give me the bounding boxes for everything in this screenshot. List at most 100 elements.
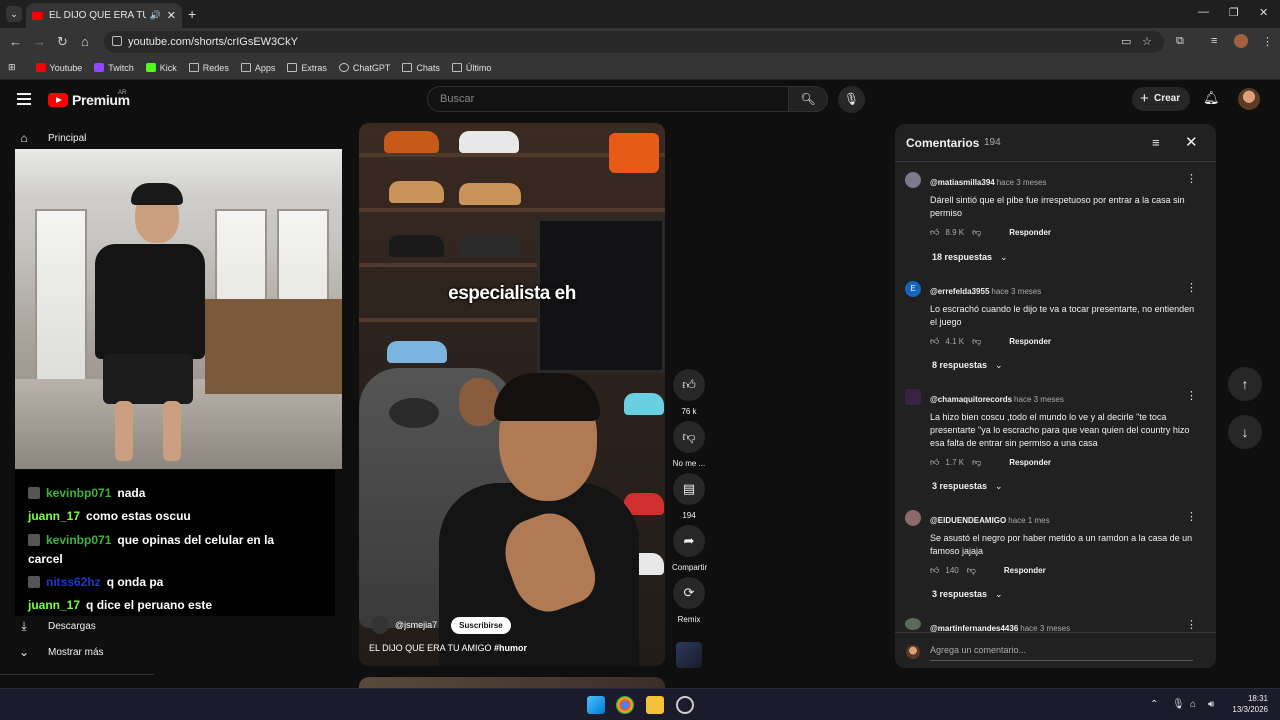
bookmark-extras[interactable]: Extras xyxy=(287,63,327,73)
comment-author[interactable]: @chamaquitorecords xyxy=(930,395,1012,404)
sidebar-item-show-more[interactable]: ⌄ Mostrar más xyxy=(16,645,104,659)
back-icon[interactable]: ← xyxy=(9,34,22,49)
audio-source-thumbnail[interactable] xyxy=(676,642,702,668)
comment-dislike-icon[interactable]: 👎︎ xyxy=(972,227,981,238)
minimize-icon[interactable]: — xyxy=(1198,6,1209,18)
reply-button[interactable]: Responder xyxy=(1004,566,1046,575)
previous-short-button[interactable]: ↑ xyxy=(1228,367,1262,401)
sidebar-item-downloads[interactable]: ⤓ Descargas xyxy=(16,619,95,634)
sort-icon[interactable]: ≡ xyxy=(1152,135,1160,150)
guide-menu-icon[interactable] xyxy=(17,93,31,108)
dislike-button[interactable]: 👎︎ No me ... xyxy=(672,421,706,468)
view-replies-button[interactable]: 8 respuestas ⌄ xyxy=(932,360,1003,371)
search-button[interactable]: 🔍︎ xyxy=(788,86,828,112)
commenter-avatar[interactable] xyxy=(905,618,921,630)
comment-dislike-icon[interactable]: 👎︎ xyxy=(967,565,976,576)
notifications-bell-icon[interactable]: 🔔︎ xyxy=(1203,90,1220,106)
address-input[interactable]: youtube.com/shorts/crIGsEW3CkY xyxy=(104,31,1164,53)
view-replies-button[interactable]: 3 respuestas ⌄ xyxy=(932,589,1003,600)
chat-username: nitss62hz xyxy=(46,575,101,589)
obs-icon[interactable] xyxy=(676,696,694,714)
commenter-avatar[interactable] xyxy=(905,389,921,405)
commenter-avatar[interactable] xyxy=(905,172,921,188)
like-button[interactable]: 👍︎ 76 k xyxy=(672,369,706,416)
commenter-avatar[interactable]: E xyxy=(905,281,921,297)
bookmark-redes[interactable]: Redes xyxy=(188,63,229,73)
youtube-premium-logo[interactable]: Premium AR xyxy=(48,90,130,108)
channel-avatar[interactable] xyxy=(371,616,389,634)
bookmark-star-icon[interactable]: ☆ xyxy=(1142,35,1152,48)
audio-playing-icon[interactable]: 🔊 xyxy=(150,10,161,21)
comments-button[interactable]: ▤ 194 xyxy=(672,473,706,520)
share-button[interactable]: ➦ Compartir xyxy=(672,525,707,572)
close-icon[interactable]: ✕ xyxy=(1185,133,1198,151)
network-icon[interactable]: ⌂ xyxy=(1190,699,1196,710)
cast-icon[interactable]: ▭ xyxy=(1121,35,1131,48)
reply-button[interactable]: Responder xyxy=(1009,458,1051,467)
channel-name[interactable]: @jsmejia7 xyxy=(395,620,437,630)
bookmark-chatgpt[interactable]: ChatGPT xyxy=(338,63,390,73)
new-tab-button[interactable]: + xyxy=(188,6,196,22)
close-window-icon[interactable]: ✕ xyxy=(1259,6,1268,19)
reload-icon[interactable]: ↻ xyxy=(57,34,68,50)
thumbs-up-icon: 👍︎ xyxy=(673,369,705,401)
comment-like-icon[interactable]: 👍︎ xyxy=(930,227,939,238)
tab-search-button[interactable]: ⌄ xyxy=(6,6,22,22)
comment-like-icon[interactable]: 👍︎ xyxy=(930,565,939,576)
restore-icon[interactable]: ❐ xyxy=(1229,6,1239,19)
remix-button[interactable]: ⟳ Remix xyxy=(672,577,706,624)
more-options-icon[interactable]: ⋮ xyxy=(1186,281,1197,294)
chrome-icon[interactable] xyxy=(616,696,634,714)
close-tab-icon[interactable]: ✕ xyxy=(167,9,176,22)
more-options-icon[interactable]: ⋮ xyxy=(1186,510,1197,523)
reply-button[interactable]: Responder xyxy=(1009,228,1051,237)
apps-grid-icon[interactable]: ⊞ xyxy=(8,62,16,73)
shorts-video-player[interactable]: especialista eh @jsmejia7 Suscribirse EL… xyxy=(359,123,665,666)
sidebar-item-home[interactable]: ⌂ Principal xyxy=(16,131,86,145)
view-replies-button[interactable]: 18 respuestas ⌄ xyxy=(932,252,1008,263)
comments-title: Comentarios xyxy=(906,136,980,150)
bookmark-twitch[interactable]: Twitch xyxy=(94,63,134,73)
hashtag-link[interactable]: #humor xyxy=(494,643,527,653)
search-input[interactable]: Buscar xyxy=(427,86,789,112)
home-icon[interactable]: ⌂ xyxy=(81,34,89,49)
comment-like-icon[interactable]: 👍︎ xyxy=(930,336,939,347)
bookmark-youtube[interactable]: Youtube xyxy=(35,63,82,73)
bookmark-kick[interactable]: Kick xyxy=(145,63,177,73)
bookmark-ultimo[interactable]: Último xyxy=(451,63,491,73)
account-avatar[interactable] xyxy=(1238,88,1260,110)
extensions-icon[interactable]: ⧉ xyxy=(1176,35,1184,48)
volume-icon[interactable]: 🔊︎ xyxy=(1208,699,1214,710)
tray-chevron-icon[interactable]: ⌃ xyxy=(1150,699,1158,710)
browser-tab[interactable]: EL DIJO QUE ERA TU AMIGO 🔊 ✕ xyxy=(26,3,182,28)
comment-author[interactable]: @matiasmilla394 xyxy=(930,178,995,187)
commenter-avatar[interactable] xyxy=(905,510,921,526)
comment-dislike-icon[interactable]: 👎︎ xyxy=(972,336,981,347)
share-icon: ➦ xyxy=(673,525,705,557)
bookmark-chats[interactable]: Chats xyxy=(402,63,440,73)
comment-author[interactable]: @ElDUENDEAMIGO xyxy=(930,516,1006,525)
voice-search-button[interactable]: 🎙︎ xyxy=(838,86,865,113)
more-options-icon[interactable]: ⋮ xyxy=(1186,172,1197,185)
site-info-icon[interactable] xyxy=(112,36,122,46)
microphone-tray-icon[interactable]: 🎙︎ xyxy=(1172,699,1185,710)
comment-dislike-icon[interactable]: 👎︎ xyxy=(972,457,981,468)
system-clock[interactable]: 18:31 13/3/2026 xyxy=(1228,693,1268,715)
subscribe-button[interactable]: Suscribirse xyxy=(451,616,511,634)
file-explorer-icon[interactable] xyxy=(646,696,664,714)
view-replies-button[interactable]: 3 respuestas ⌄ xyxy=(932,481,1003,492)
browser-menu-icon[interactable]: ⋮ xyxy=(1262,35,1273,48)
windows-start-icon[interactable] xyxy=(587,696,605,714)
forward-icon[interactable]: → xyxy=(33,34,46,49)
more-options-icon[interactable]: ⋮ xyxy=(1186,389,1197,402)
create-button[interactable]: Crear xyxy=(1132,87,1190,111)
profile-avatar[interactable] xyxy=(1234,34,1248,48)
add-comment-input[interactable]: Agrega un comentario... xyxy=(930,643,1193,661)
comment-author[interactable]: @errefelda3955 xyxy=(930,287,989,296)
bookmark-apps[interactable]: Apps xyxy=(240,63,275,73)
more-options-icon[interactable]: ⋮ xyxy=(1186,618,1197,631)
next-short-button[interactable]: ↓ xyxy=(1228,415,1262,449)
reply-button[interactable]: Responder xyxy=(1009,337,1051,346)
reading-list-icon[interactable]: ≡ xyxy=(1211,35,1217,47)
comment-like-icon[interactable]: 👍︎ xyxy=(930,457,939,468)
